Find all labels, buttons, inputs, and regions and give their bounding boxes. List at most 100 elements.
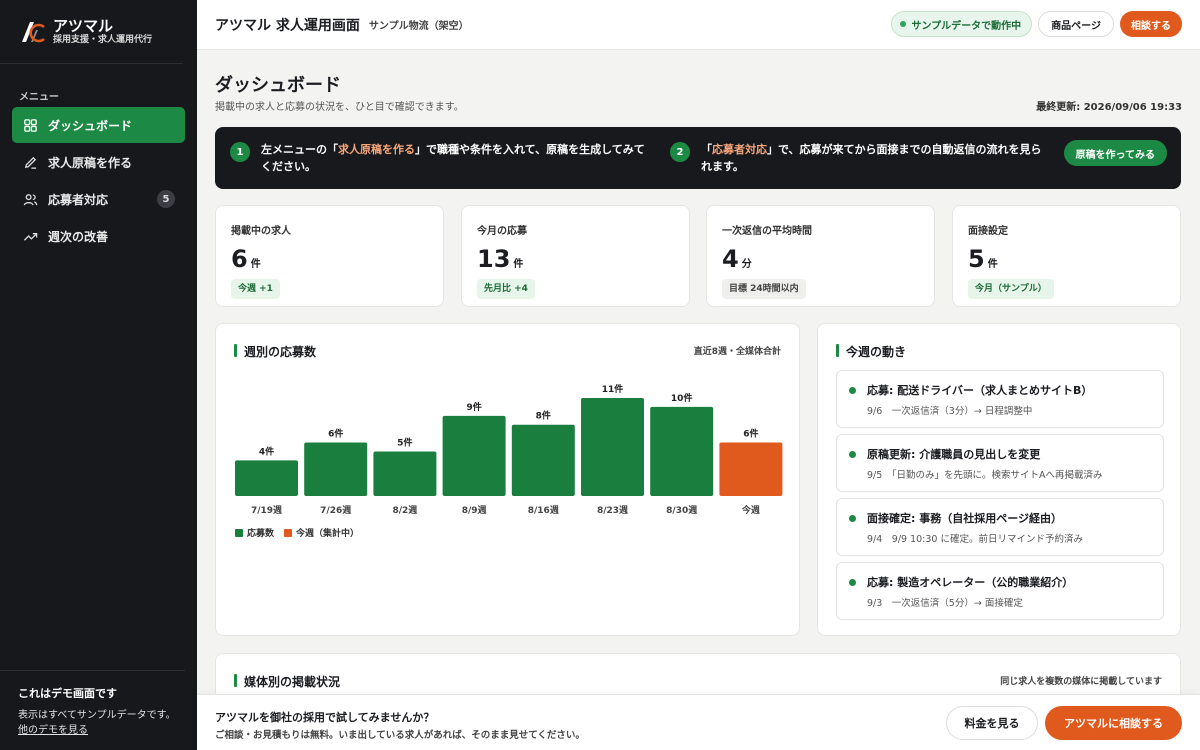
category-label: 8/30週 [666, 505, 698, 516]
step-text: 左メニューの「求人原稿を作る」で職種や条件を入れて、原稿を生成してみてください。 [261, 143, 645, 173]
kpi-unit: 件 [250, 259, 261, 270]
product-page-button[interactable]: 商品ページ [1038, 11, 1114, 37]
this-week-activity-card: 今週の動き 応募: 配送ドライバー（求人まとめサイトB） 9/6 一次返信済（3… [817, 323, 1181, 636]
grid-icon [23, 118, 38, 133]
kpi-card-first-reply-time: 一次返信の平均時間 4分 目標 24時間以内 [706, 205, 935, 307]
consult-atsumaru-button[interactable]: アツマルに相談する [1045, 706, 1182, 740]
bar-value-label: 9件 [466, 401, 481, 413]
menu-title: メニュー [19, 92, 59, 103]
sidebar-item-create-posting[interactable]: 求人原稿を作る [12, 144, 185, 180]
activity-detail: 9/4 9/9 10:30 に確定。前日リマインド予約済み [867, 534, 1083, 545]
try-create-posting-button[interactable]: 原稿を作ってみる [1063, 140, 1167, 166]
bar-8/2週[interactable] [373, 451, 437, 496]
step-text: 「応募者対応」で、応募が来てから面接までの自動返信の流れを見られます。 [701, 143, 1042, 173]
bar-8/9週[interactable] [442, 415, 506, 496]
legend-item: 応募数 [235, 526, 274, 539]
sidebar-item-applicants[interactable]: 応募者対応 5 [12, 181, 185, 217]
activity-item[interactable]: 原稿更新: 介護職員の見出しを変更 9/5 「日勤のみ」を先頭に。検索サイトAへ… [836, 434, 1164, 492]
kpi-label: 一次返信の平均時間 [722, 226, 812, 237]
kpi-card-monthly-applications: 今月の応募 13 件 先月比 +4 [461, 205, 690, 307]
weekly-applications-card: 週別の応募数 直近8週・全媒体合計 4件 7/19週 6件 7/26週 5件 8/2週 9件… [215, 323, 800, 636]
bar-value-label: 11件 [602, 383, 624, 395]
category-label: 8/16週 [528, 505, 560, 516]
getting-started-guide: 1 左メニューの「求人原稿を作る」で職種や条件を入れて、原稿を生成してみてくださ… [215, 127, 1181, 189]
activity-title: 応募: 配送ドライバー（求人まとめサイトB） [867, 384, 1093, 397]
trend-up-icon [23, 229, 38, 244]
kpi-unit: 件 [987, 259, 998, 270]
category-label: 8/9週 [462, 505, 488, 516]
bar-8/30週[interactable] [650, 406, 714, 496]
kpi-tag: 目標 24時間以内 [722, 279, 806, 299]
page-title: ダッシュボード [215, 75, 341, 96]
consult-button[interactable]: 相談する [1120, 11, 1182, 37]
footer-title: アツマルを御社の採用で試してみませんか？ [215, 711, 435, 724]
kpi-value: 4 [722, 245, 739, 273]
bar-value-label: 8件 [536, 410, 551, 422]
sidebar-item-label: 求人原稿を作る [48, 155, 133, 170]
kpi-unit: 件 [513, 259, 524, 270]
activity-dot-icon [849, 451, 856, 458]
legend-item: 今週（集計中） [284, 526, 359, 539]
sidebar-item-label: ダッシュボード [48, 118, 133, 133]
card-note: 同じ求人を複数の媒体に掲載しています [1000, 677, 1162, 687]
activity-item[interactable]: 応募: 配送ドライバー（求人まとめサイトB） 9/6 一次返信済（3分）→ 日程… [836, 370, 1164, 428]
kpi-label: 面接設定 [968, 226, 1008, 237]
sidebar-item-label: 週次の改善 [48, 229, 109, 244]
footer-subtitle: ご相談・お見積もりは無料。いま出している求人があれば、そのまま見せてください。 [215, 730, 585, 741]
kpi-value: 6 [231, 245, 248, 273]
bar-今週[interactable] [719, 442, 783, 496]
legend-label: 今週（集計中） [296, 529, 360, 539]
step-number: 1 [230, 142, 250, 162]
guide-step-2: 2 「応募者対応」で、応募が来てから面接までの自動返信の流れを見られます。 [670, 141, 1051, 175]
bar-8/16週[interactable] [511, 424, 575, 496]
demo-notice: これはデモ画面です 表示はすべてサンプルデータです。 他のデモを見る [0, 670, 185, 750]
card-title: 媒体別の掲載状況 [234, 673, 340, 690]
activity-title: 原稿更新: 介護職員の見出しを変更 [867, 448, 1041, 461]
activity-item[interactable]: 応募: 製造オペレーター（公的職業紹介） 9/3 一次返信済（5分）→ 面接確定 [836, 562, 1164, 620]
other-demos-link[interactable]: 他のデモを見る [18, 724, 185, 738]
demo-text: 表示はすべてサンプルデータです。 [18, 710, 176, 721]
kpi-card-interviews: 面接設定 5件 今月（サンプル） [952, 205, 1181, 307]
brand[interactable]: アツマル 採用支援・求人運用代行 [0, 0, 183, 64]
step-number: 2 [670, 142, 690, 162]
legend-label: 応募数 [247, 529, 275, 539]
activity-detail: 9/5 「日勤のみ」を先頭に。検索サイトAへ再掲載済み [867, 470, 1103, 481]
sidebar-item-weekly-improvement[interactable]: 週次の改善 [12, 218, 185, 254]
activity-dot-icon [849, 515, 856, 522]
kpi-label: 今月の応募 [477, 226, 527, 237]
bar-8/23週[interactable] [581, 398, 644, 496]
live-dot-icon [900, 21, 907, 27]
header-title: アツマル 求人運用画面 [215, 17, 360, 34]
bar-value-label: 10件 [671, 392, 693, 404]
activity-detail: 9/3 一次返信済（5分）→ 面接確定 [867, 598, 1023, 609]
live-status-text: サンプルデータで動作中 [911, 20, 1022, 32]
activity-title: 応募: 製造オペレーター（公的職業紹介） [867, 576, 1074, 589]
last-updated: 最終更新: 2026/09/06 19:33 [1036, 102, 1182, 113]
brand-name: アツマル [53, 16, 114, 35]
sidebar-item-dashboard[interactable]: ダッシュボード [12, 107, 185, 143]
legend-swatch [284, 528, 293, 537]
activity-dot-icon [849, 579, 856, 586]
bar-7/26週[interactable] [304, 442, 368, 496]
category-label: 7/19週 [251, 505, 283, 516]
kpi-tag: 今月（サンプル） [968, 279, 1054, 299]
pencil-icon [23, 155, 38, 170]
chart-legend: 応募数 今週（集計中） [235, 526, 369, 539]
header-company: サンプル物流（架空） [368, 21, 469, 32]
view-pricing-button[interactable]: 料金を見る [946, 706, 1038, 740]
bar-value-label: 6件 [743, 428, 758, 440]
step-highlight: 応募者対応 [712, 143, 767, 156]
applicants-count-badge: 5 [157, 190, 175, 208]
activity-item[interactable]: 面接確定: 事務（自社採用ページ経由） 9/4 9/9 10:30 に確定。前日… [836, 498, 1164, 556]
sidebar-item-label: 応募者対応 [48, 192, 109, 207]
activity-detail: 9/6 一次返信済（3分）→ 日程調整中 [867, 406, 1033, 417]
bar-7/19週[interactable] [235, 460, 298, 496]
guide-step-1: 1 左メニューの「求人原稿を作る」で職種や条件を入れて、原稿を生成してみてくださ… [230, 141, 655, 175]
category-label: 8/23週 [597, 505, 629, 516]
weekly-bar-chart: 4件 7/19週 6件 7/26週 5件 8/2週 9件 8/9週 8件 8/16週 11件 8/23… [235, 383, 783, 516]
brand-logo-icon [19, 19, 45, 45]
users-icon [23, 192, 38, 207]
category-label: 7/26週 [320, 505, 352, 516]
legend-swatch [235, 528, 243, 537]
page-description: 掲載中の求人と応募の状況を、ひと目で確認できます。 [215, 102, 464, 113]
